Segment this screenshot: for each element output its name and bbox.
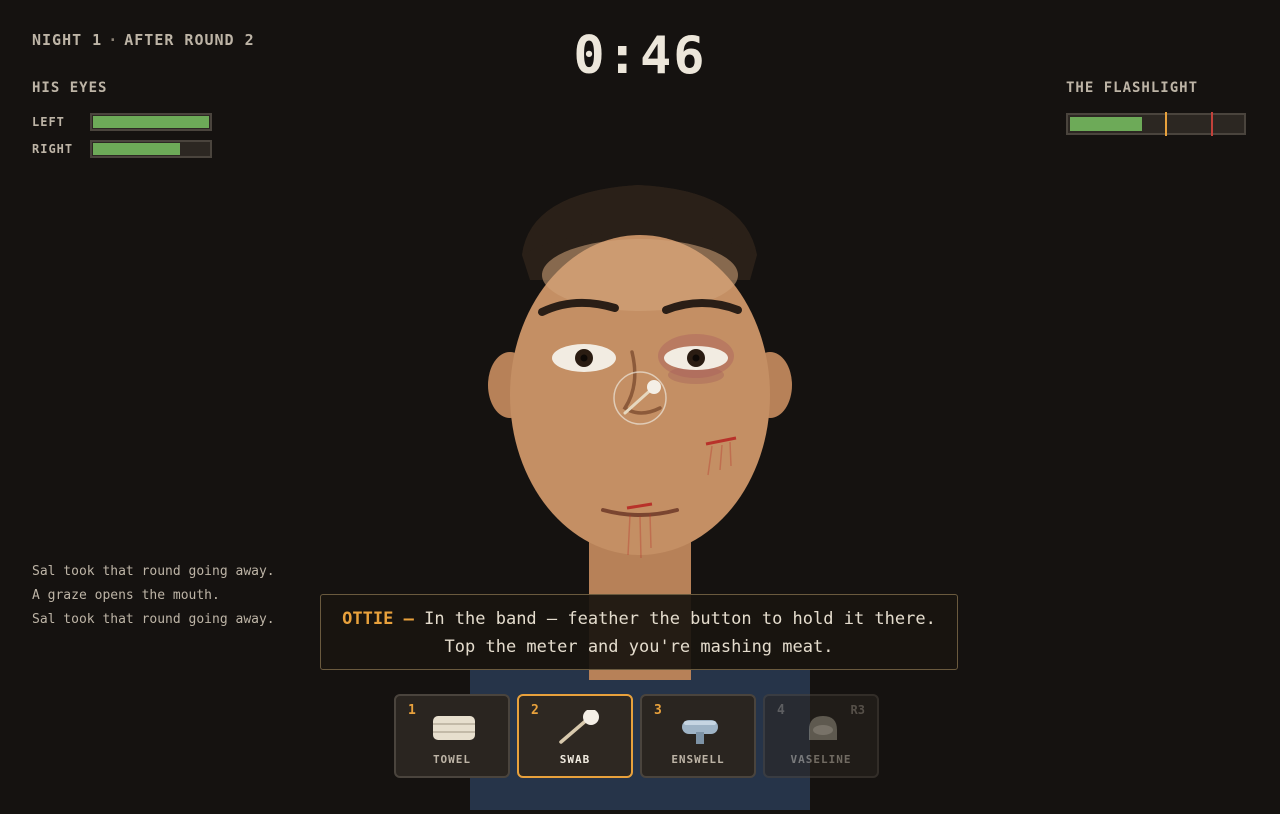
log-line: Sal took that round going away. [32, 564, 275, 579]
tool-hotkey: 3 [654, 703, 662, 718]
tool-tray: 1 TOWEL 2 SWAB 3 ENSWELL 4 R3 VASELINE [394, 694, 879, 778]
left-eye-bar [90, 113, 212, 131]
tool-enswell-button[interactable]: 3 ENSWELL [640, 694, 756, 778]
tool-swab-button[interactable]: 2 SWAB [517, 694, 633, 778]
coach-dialog: OTTIE — In the band — feather the button… [320, 594, 958, 670]
tool-hotkey: 2 [531, 703, 539, 718]
dialog-speaker: OTTIE — [342, 609, 414, 629]
flashlight-panel-label: THE FLASHLIGHT [1066, 80, 1199, 96]
right-eye-bar-fill [93, 143, 180, 155]
tool-hotkey: 4 [777, 703, 785, 718]
swab-icon [559, 710, 599, 744]
left-eye-row: LEFT [32, 113, 212, 131]
tool-name: ENSWELL [671, 753, 725, 766]
round-timer: 0:46 [573, 26, 707, 86]
flashlight-meter-fill [1070, 117, 1143, 131]
tool-name: VASELINE [790, 753, 852, 766]
enswell-icon [682, 720, 718, 744]
log-line: A graze opens the mouth. [32, 588, 220, 603]
tool-hotkey: 1 [408, 703, 416, 718]
eyes-panel-label: HIS EYES [32, 80, 108, 96]
left-eye-bar-fill [93, 116, 209, 128]
vaseline-icon [809, 716, 837, 740]
log-line: Sal took that round going away. [32, 612, 275, 627]
flashlight-band-marker-high [1211, 112, 1214, 136]
tool-vaseline-button[interactable]: 4 R3 VASELINE [763, 694, 879, 778]
right-eye-label: RIGHT [32, 142, 74, 156]
event-log: Sal took that round going away. A graze … [32, 560, 275, 632]
tool-name: SWAB [559, 753, 591, 766]
left-eye-label: LEFT [32, 115, 65, 129]
towel-icon [433, 716, 475, 740]
flashlight-meter [1066, 112, 1246, 136]
right-eye-bar [90, 140, 212, 158]
dialog-text: In the band — feather the button to hold… [424, 609, 936, 657]
flashlight-band-marker-low [1164, 112, 1167, 136]
tool-towel-button[interactable]: 1 TOWEL [394, 694, 510, 778]
tool-name: TOWEL [432, 753, 472, 766]
right-eye-row: RIGHT [32, 140, 212, 158]
